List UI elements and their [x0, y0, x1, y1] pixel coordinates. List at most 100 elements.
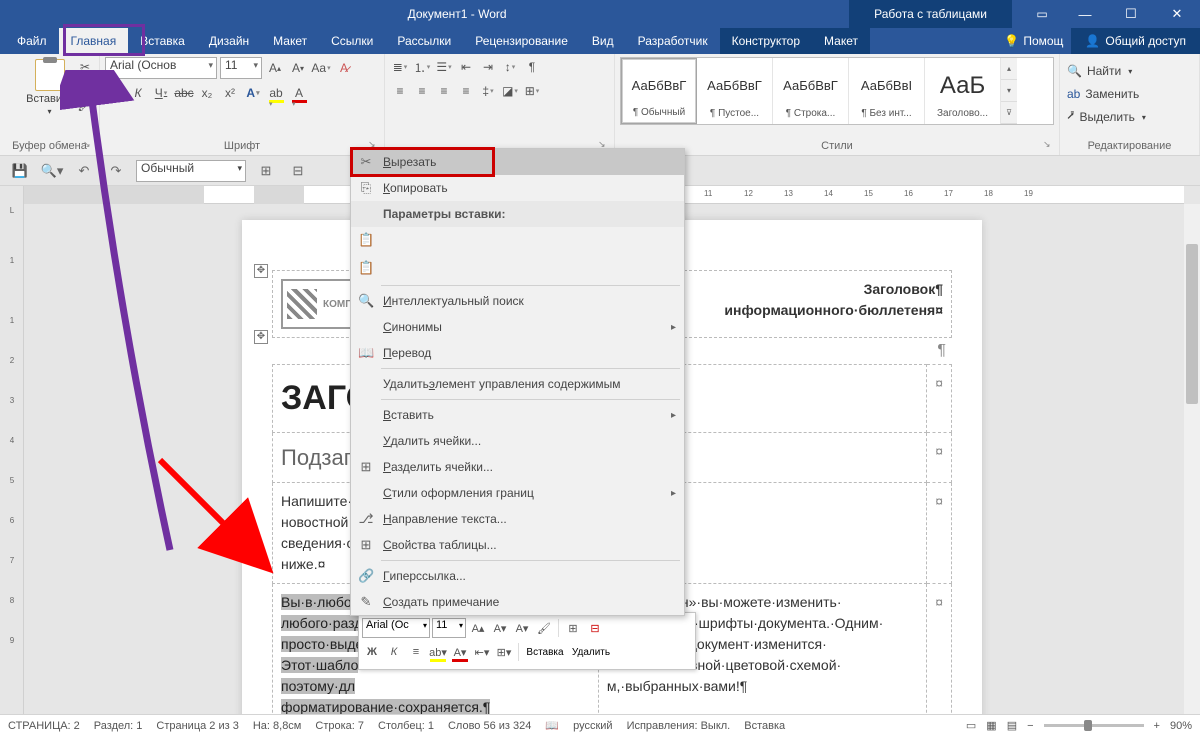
status-page-of[interactable]: Страница 2 из 3 — [156, 720, 238, 732]
context-menu-item[interactable]: ⎘Копировать — [351, 175, 684, 201]
font-color-button[interactable]: A — [289, 83, 309, 103]
mini-highlight[interactable]: ab▾ — [428, 642, 448, 662]
mini-insert-label[interactable]: Вставка — [523, 647, 567, 658]
context-menu-item[interactable]: ⎇Направление текста... — [351, 506, 684, 532]
status-word-count[interactable]: Слово 56 из 324 — [448, 720, 531, 732]
status-position[interactable]: На: 8,8см — [253, 720, 302, 732]
align-center-button[interactable]: ≡ — [412, 81, 432, 101]
find-button[interactable]: 🔍Найти▾ — [1067, 61, 1192, 81]
table-move-handle[interactable]: ✥ — [254, 330, 268, 344]
mini-delete-button[interactable]: ⊟ — [585, 618, 605, 638]
tab-references[interactable]: Ссылки — [319, 28, 385, 54]
styles-gallery[interactable]: АаБбВвГ¶ ОбычныйАаБбВвГ¶ Пустое...АаБбВв… — [620, 57, 1054, 125]
mini-insert-button[interactable]: ⊞ — [563, 618, 583, 638]
change-case-button[interactable]: Aa — [311, 58, 331, 78]
bold-button[interactable]: Ж — [105, 83, 125, 103]
multilevel-button[interactable]: ☰ — [434, 57, 454, 77]
qat-icon[interactable]: ⊞ — [254, 159, 278, 183]
tab-insert[interactable]: Вставка — [128, 28, 197, 54]
select-button[interactable]: ⭷Выделить▾ — [1067, 107, 1192, 127]
shrink-font-button[interactable]: A▾ — [288, 58, 308, 78]
increase-indent-button[interactable]: ⇥ — [478, 57, 498, 77]
align-left-button[interactable]: ≡ — [390, 81, 410, 101]
tab-developer[interactable]: Разработчик — [626, 28, 720, 54]
highlight-button[interactable]: ab — [266, 83, 286, 103]
mini-font-color[interactable]: A▾ — [450, 642, 470, 662]
mini-font-name[interactable]: Arial (Ос — [362, 618, 430, 638]
print-preview-button[interactable]: 🔍▾ — [40, 159, 64, 183]
context-menu-item[interactable]: Стили оформления границ — [351, 480, 684, 506]
subscript-button[interactable]: x₂ — [197, 83, 217, 103]
context-menu-item[interactable]: Параметры вставки: — [351, 201, 684, 227]
superscript-button[interactable]: x² — [220, 83, 240, 103]
tab-review[interactable]: Рецензирование — [463, 28, 580, 54]
status-track-changes[interactable]: Исправления: Выкл. — [627, 720, 731, 732]
vertical-scrollbar[interactable] — [1184, 204, 1200, 714]
clear-format-button[interactable]: A̷ — [334, 58, 354, 78]
scroll-up-icon[interactable]: ▴ — [1001, 58, 1017, 80]
font-name-select[interactable]: Arial (Основ — [105, 57, 217, 79]
tell-me[interactable]: 💡Помощ — [996, 28, 1071, 54]
borders-button[interactable]: ⊞ — [522, 81, 542, 101]
context-menu-item[interactable]: 📋 — [351, 227, 684, 253]
view-read-icon[interactable]: ▭ — [966, 719, 976, 732]
context-menu-item[interactable]: ⊞Разделить ячейки... — [351, 454, 684, 480]
decrease-indent-button[interactable]: ⇤ — [456, 57, 476, 77]
bullets-button[interactable]: ≣ — [390, 57, 410, 77]
context-menu-item[interactable]: ✎Создать примечание — [351, 589, 684, 615]
shading-button[interactable]: ◪ — [500, 81, 520, 101]
zoom-slider[interactable] — [1044, 724, 1144, 727]
grow-font-button[interactable]: A▴ — [265, 58, 285, 78]
status-section[interactable]: Раздел: 1 — [94, 720, 143, 732]
show-marks-button[interactable]: ¶ — [522, 57, 542, 77]
justify-button[interactable]: ≡ — [456, 81, 476, 101]
tab-table-layout[interactable]: Макет — [812, 28, 870, 54]
style-item[interactable]: АаБбВвГ¶ Строка... — [773, 58, 849, 124]
line-spacing-button[interactable]: ‡ — [478, 81, 498, 101]
zoom-in-button[interactable]: + — [1154, 720, 1160, 732]
context-menu-item[interactable]: 🔍Интеллектуальный поиск — [351, 288, 684, 314]
tab-layout[interactable]: Макет — [261, 28, 319, 54]
status-insert-mode[interactable]: Вставка — [744, 720, 785, 732]
strikethrough-button[interactable]: abc — [174, 83, 194, 103]
view-print-icon[interactable]: ▦ — [986, 719, 996, 732]
context-menu-item[interactable]: Синонимы — [351, 314, 684, 340]
mini-indent[interactable]: ⇤▾ — [472, 642, 492, 662]
vertical-ruler[interactable]: L 1 1 2 3 4 5 6 7 8 9 — [0, 186, 24, 714]
mini-italic[interactable]: К — [384, 642, 404, 662]
mini-shrink-font[interactable]: A▾ — [490, 618, 510, 638]
style-item[interactable]: АаБбВвГ¶ Пустое... — [697, 58, 773, 124]
undo-button[interactable]: ↶ — [72, 159, 96, 183]
context-menu-item[interactable]: Вставить — [351, 402, 684, 428]
expand-gallery-icon[interactable]: ⊽ — [1001, 102, 1017, 124]
mini-grow-font[interactable]: A▴ — [468, 618, 488, 638]
tab-constructor[interactable]: Конструктор — [720, 28, 812, 54]
tab-view[interactable]: Вид — [580, 28, 626, 54]
numbering-button[interactable]: ⒈ — [412, 57, 432, 77]
view-web-icon[interactable]: ▤ — [1007, 719, 1017, 732]
style-item[interactable]: АаБбВвГ¶ Обычный — [621, 58, 697, 124]
copy-icon[interactable]: ⎘ — [76, 79, 94, 95]
zoom-out-button[interactable]: − — [1027, 720, 1033, 732]
text-effects-button[interactable]: A — [243, 83, 263, 103]
context-menu-item[interactable]: 📖Перевод — [351, 340, 684, 366]
align-right-button[interactable]: ≡ — [434, 81, 454, 101]
context-menu-item[interactable]: Удалить ячейки... — [351, 428, 684, 454]
context-menu-item[interactable]: ✂Вырезать — [351, 149, 684, 175]
dialog-launcher-icon[interactable]: ↘ — [1043, 139, 1055, 151]
context-menu-item[interactable]: 🔗Гиперссылка... — [351, 563, 684, 589]
redo-button[interactable]: ↷ — [104, 159, 128, 183]
close-button[interactable]: ✕ — [1154, 0, 1200, 28]
paste-option[interactable]: 📋 — [351, 253, 684, 283]
status-page[interactable]: СТРАНИЦА: 2 — [8, 720, 80, 732]
mini-delete-label[interactable]: Удалить — [569, 647, 613, 658]
mini-bold[interactable]: Ж — [362, 642, 382, 662]
cut-icon[interactable]: ✂ — [76, 60, 94, 76]
status-spellcheck-icon[interactable]: 📖 — [545, 719, 559, 732]
qat-icon[interactable]: ⊟ — [286, 159, 310, 183]
maximize-button[interactable]: ☐ — [1108, 0, 1154, 28]
format-painter-icon[interactable]: 🖌 — [76, 98, 94, 114]
status-column[interactable]: Столбец: 1 — [378, 720, 434, 732]
tab-home[interactable]: Главная — [59, 28, 129, 54]
tab-design[interactable]: Дизайн — [197, 28, 261, 54]
